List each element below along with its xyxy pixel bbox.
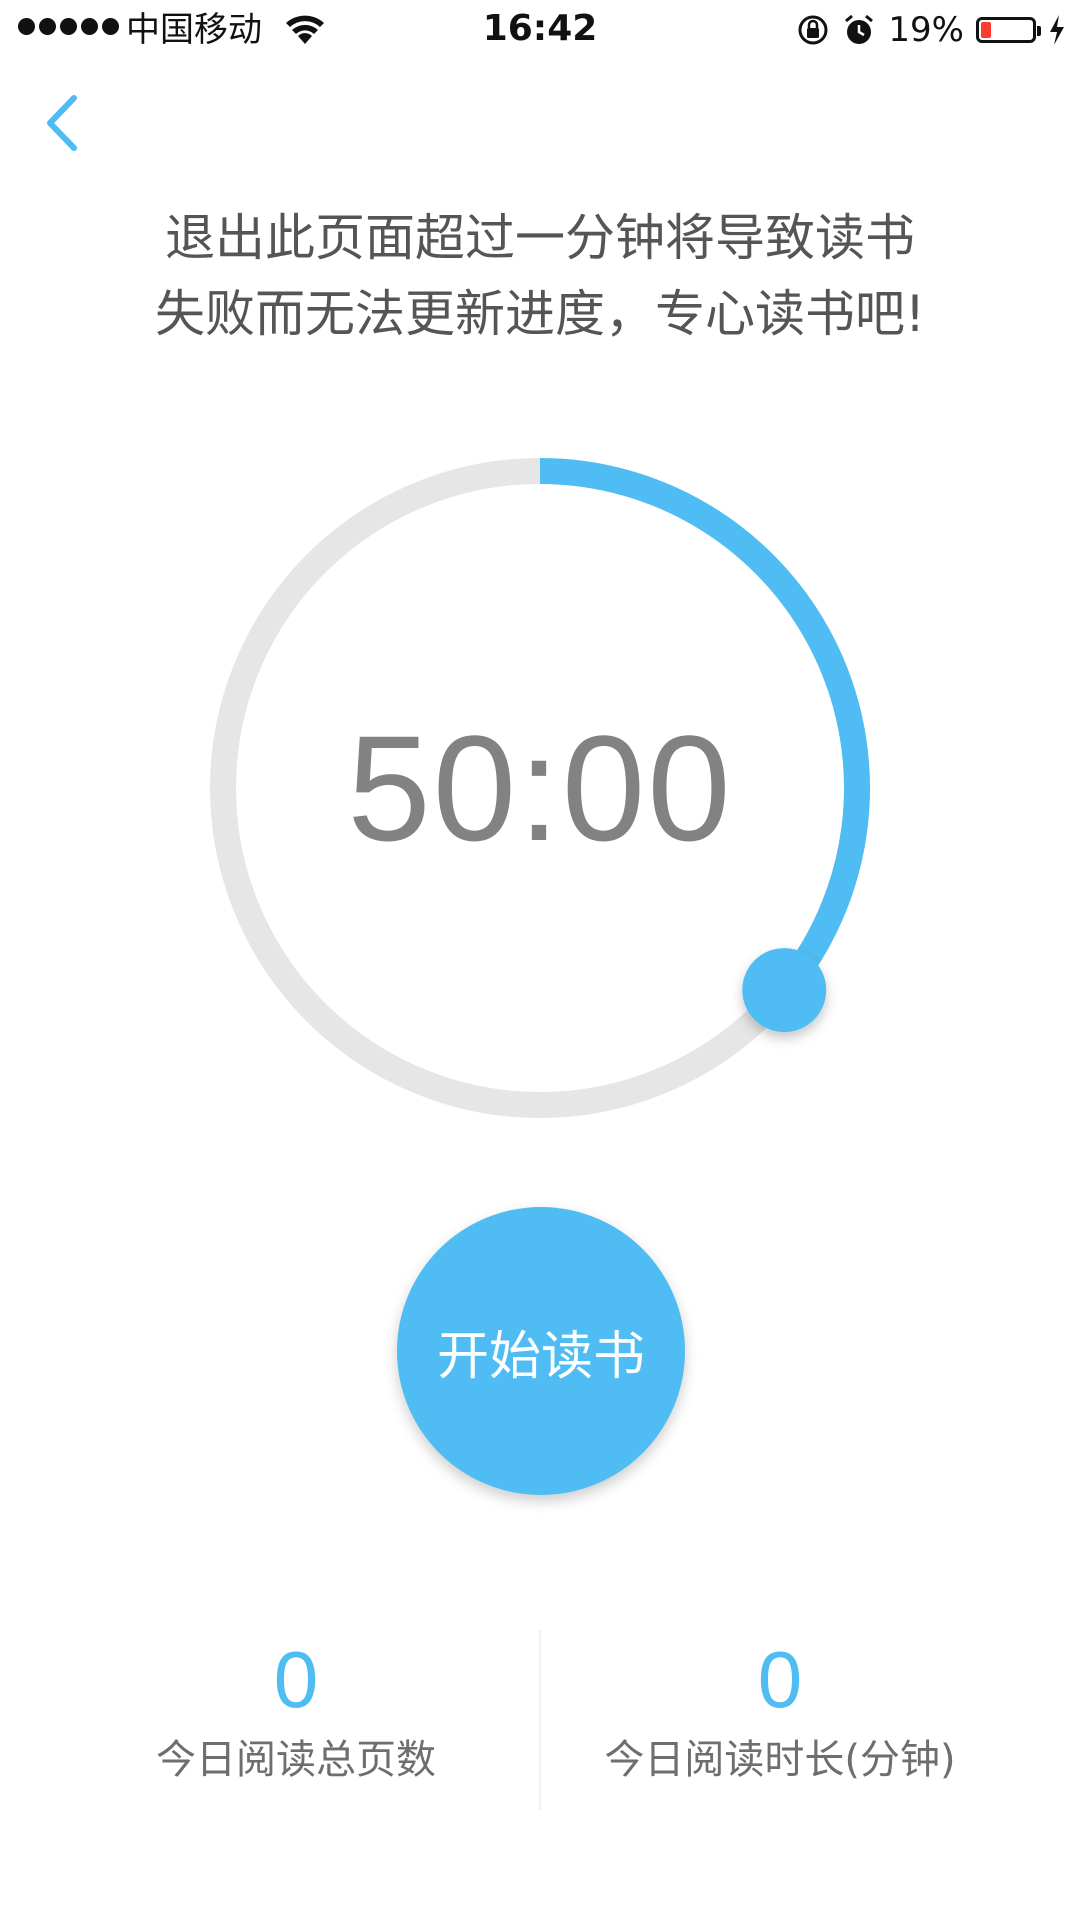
reading-notice: 退出此页面超过一分钟将导致读书 失败而无法更新进度，专心读书吧! — [90, 200, 990, 352]
stat-minutes: 0 今日阅读时长(分钟) — [540, 1630, 1020, 1788]
back-button[interactable] — [38, 92, 86, 154]
rotation-lock-icon — [798, 15, 828, 45]
battery-percent: 19% — [888, 10, 964, 50]
stats-divider — [539, 1630, 541, 1810]
battery-icon — [976, 17, 1041, 43]
notice-line-1: 退出此页面超过一分钟将导致读书 — [165, 209, 915, 267]
minutes-label: 今日阅读时长(分钟) — [604, 1737, 956, 1783]
status-right-group: 19% — [796, 8, 1066, 52]
start-reading-label: 开始读书 — [436, 1326, 645, 1387]
pages-value: 0 — [273, 1635, 319, 1724]
stat-pages: 0 今日阅读总页数 — [56, 1630, 536, 1788]
alarm-icon — [845, 14, 874, 44]
chevron-left-icon — [47, 95, 77, 151]
timer-dial[interactable]: 50:00 — [208, 456, 872, 1120]
status-bar: 中国移动 16:42 19% — [0, 0, 1080, 60]
charging-icon — [1050, 15, 1064, 45]
start-reading-button[interactable]: 开始读书 — [397, 1207, 685, 1495]
timer-display: 50:00 — [347, 703, 733, 872]
pages-label: 今日阅读总页数 — [156, 1737, 436, 1783]
battery-level-fill — [981, 22, 992, 38]
notice-line-2: 失败而无法更新进度，专心读书吧! — [154, 285, 926, 343]
minutes-value: 0 — [757, 1635, 803, 1724]
